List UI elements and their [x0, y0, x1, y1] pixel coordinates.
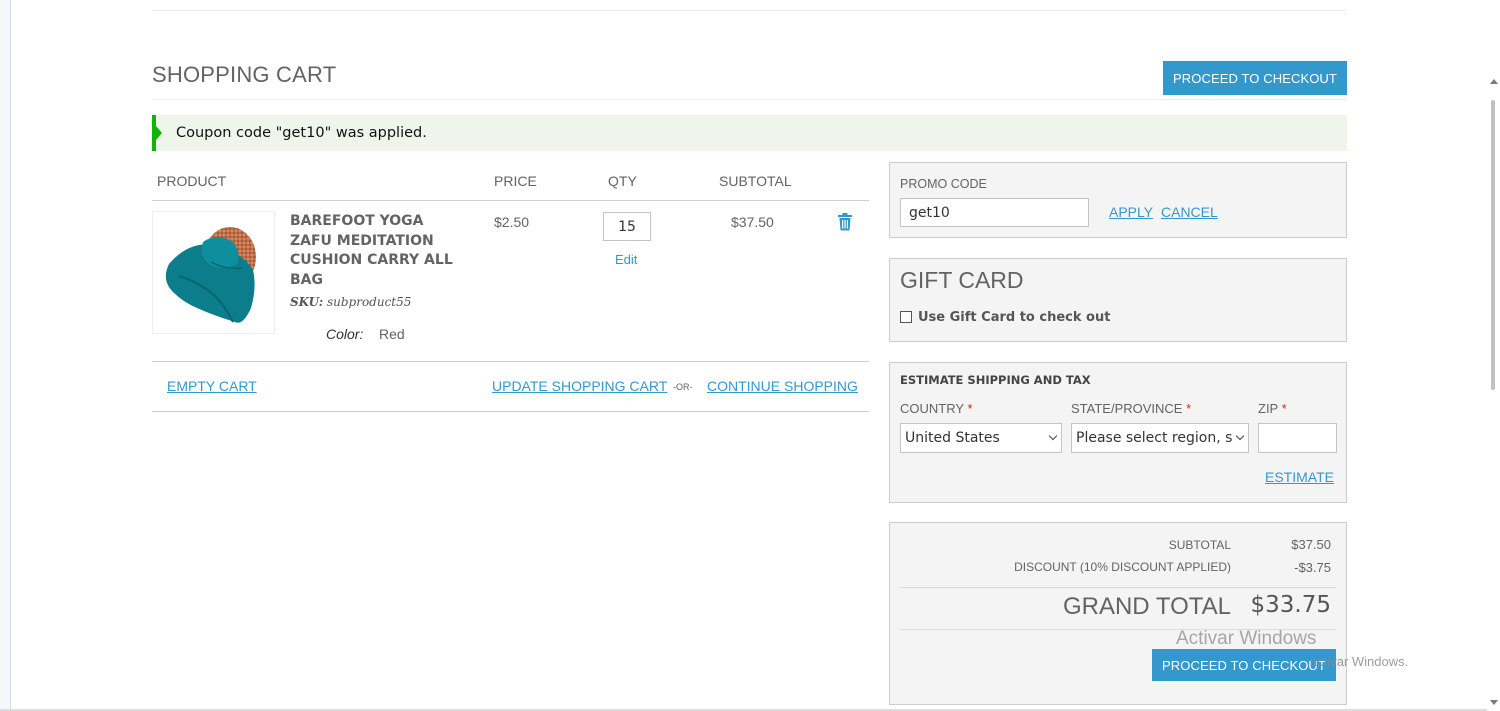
left-window-edge [0, 0, 11, 711]
proceed-to-checkout-button-bottom[interactable]: PROCEED TO CHECKOUT [1152, 649, 1336, 681]
or-separator: -OR- [673, 382, 693, 392]
sku-value: subproduct55 [326, 295, 412, 309]
estimate-shipping-panel: ESTIMATE SHIPPING AND TAX COUNTRY * STAT… [889, 362, 1347, 503]
estimate-link[interactable]: ESTIMATE [1265, 469, 1334, 485]
country-label: COUNTRY * [900, 401, 973, 416]
title-divider [152, 99, 1347, 100]
zip-label-text: ZIP [1258, 401, 1278, 416]
empty-cart-button[interactable]: EMPTY CART [167, 378, 257, 394]
option-label: Color: [326, 326, 364, 342]
grand-total-value: $33.75 [1250, 592, 1331, 618]
item-row-divider [152, 361, 869, 362]
discount-value: -$3.75 [1294, 560, 1331, 575]
promo-code-label: PROMO CODE [900, 177, 987, 191]
update-shopping-cart-button[interactable]: UPDATE SHOPPING CART [492, 378, 667, 394]
state-label: STATE/PROVINCE * [1071, 401, 1191, 416]
subtotal-value: $37.50 [1291, 537, 1331, 552]
windows-activation-watermark-subtitle: activar Windows. [1310, 654, 1409, 669]
product-thumbnail[interactable] [152, 211, 275, 334]
state-select[interactable]: Please select region, s [1071, 423, 1249, 453]
header-divider [152, 10, 1347, 11]
option-value: Red [379, 326, 405, 342]
windows-activation-watermark-title: Activar Windows [1176, 628, 1317, 649]
gift-card-checkbox-label[interactable]: Use Gift Card to check out [918, 310, 1110, 325]
table-header-divider [152, 200, 869, 201]
chevron-down-icon [1048, 431, 1058, 441]
product-sku: SKU: subproduct55 [290, 295, 411, 309]
column-header-product: PRODUCT [157, 173, 227, 189]
table-footer-divider [152, 411, 869, 412]
totals-divider [900, 587, 1336, 588]
column-header-qty: QTY [608, 173, 637, 189]
required-marker: * [1186, 401, 1192, 416]
country-label-text: COUNTRY [900, 401, 964, 416]
product-name-link[interactable]: BAREFOOT YOGA ZAFU MEDITATION CUSHION CA… [290, 212, 470, 290]
gift-card-checkbox[interactable] [900, 311, 912, 323]
success-message-text: Coupon code "get10" was applied. [176, 125, 427, 141]
cancel-promo-link[interactable]: CANCEL [1161, 204, 1218, 220]
state-select-value: Please select region, s [1076, 430, 1233, 446]
promo-code-input[interactable]: get10 [900, 198, 1089, 227]
vertical-scrollbar[interactable] [1487, 0, 1500, 711]
column-header-subtotal: SUBTOTAL [719, 173, 792, 189]
qty-input[interactable]: 15 [603, 212, 651, 241]
item-subtotal: $37.50 [731, 214, 774, 230]
apply-promo-link[interactable]: APPLY [1109, 204, 1153, 220]
message-marker-icon [156, 126, 162, 140]
scroll-up-arrow-icon[interactable] [1490, 79, 1498, 84]
grand-total-label: GRAND TOTAL [1062, 593, 1231, 620]
subtotal-label: SUBTOTAL [1168, 538, 1231, 552]
sku-label: SKU: [290, 295, 324, 309]
required-marker: * [967, 401, 973, 416]
state-label-text: STATE/PROVINCE [1071, 401, 1183, 416]
proceed-to-checkout-button-top[interactable]: PROCEED TO CHECKOUT [1163, 61, 1347, 95]
page-title: SHOPPING CART [152, 62, 337, 87]
estimate-shipping-title: ESTIMATE SHIPPING AND TAX [900, 373, 1091, 387]
chevron-down-icon [1235, 431, 1245, 441]
trash-icon[interactable] [837, 213, 853, 231]
required-marker: * [1281, 401, 1287, 416]
item-price: $2.50 [494, 214, 530, 230]
scroll-down-arrow-icon[interactable] [1490, 700, 1498, 705]
gift-card-panel: GIFT CARD Use Gift Card to check out [889, 258, 1347, 342]
promo-code-panel: PROMO CODE get10 APPLY CANCEL [889, 162, 1347, 238]
column-header-price: PRICE [494, 173, 537, 189]
gift-card-title: GIFT CARD [900, 267, 1024, 293]
scrollbar-thumb[interactable] [1491, 100, 1495, 390]
edit-item-link[interactable]: Edit [615, 252, 637, 267]
zip-input[interactable] [1258, 423, 1337, 453]
success-message: Coupon code "get10" was applied. [152, 115, 1347, 151]
country-select[interactable]: United States [900, 423, 1062, 453]
zip-label: ZIP * [1258, 401, 1287, 416]
country-select-value: United States [905, 430, 1000, 446]
discount-label: DISCOUNT (10% DISCOUNT APPLIED) [1014, 560, 1231, 574]
continue-shopping-button[interactable]: CONTINUE SHOPPING [707, 378, 858, 394]
product-image-icon [165, 227, 256, 323]
